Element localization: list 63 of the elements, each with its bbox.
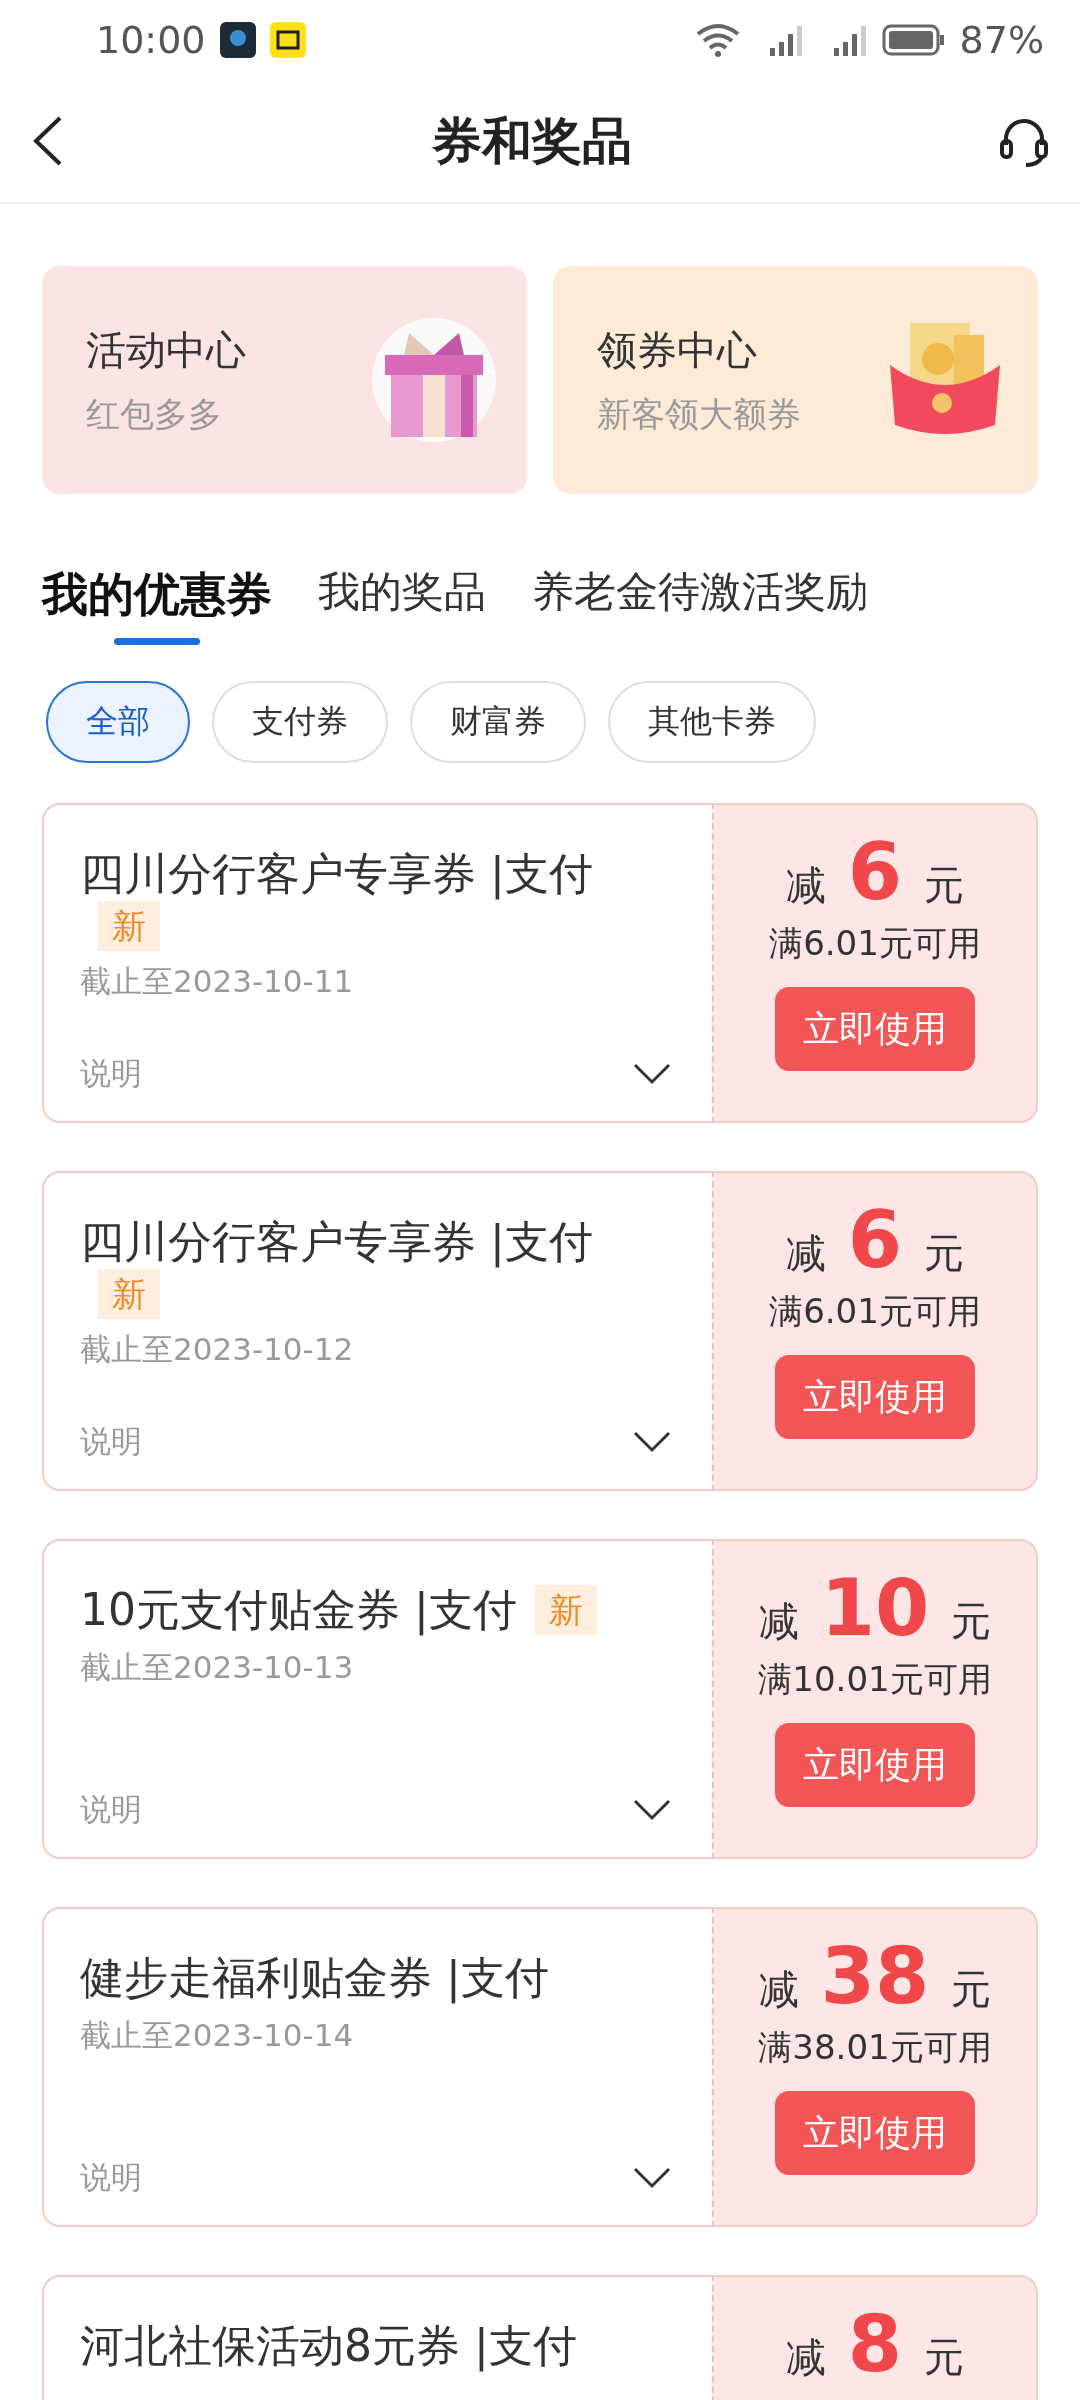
filter-chip[interactable]: 支付券 [212, 681, 388, 763]
coupon-title: 四川分行客户专享券 |支付 [80, 847, 593, 901]
chevron-down-icon[interactable] [632, 1798, 672, 1822]
tab[interactable]: 我的奖品 [318, 564, 486, 620]
tab[interactable]: 我的优惠券 [42, 564, 272, 645]
entry-card[interactable]: 领券中心 新客领大额券 [553, 266, 1038, 494]
amount-prefix: 减 [785, 2333, 826, 2382]
usage-condition: 满10.01元可用 [758, 1658, 992, 1701]
chevron-down-icon[interactable] [632, 1062, 672, 1086]
status-time: 10:00 [96, 18, 206, 62]
note-link[interactable]: 说明 [80, 1789, 142, 1831]
card-title: 活动中心 [86, 325, 246, 375]
discount-amount: 38 [820, 1931, 930, 2021]
amount-unit: 元 [924, 2333, 965, 2382]
new-badge: 新 [534, 1585, 597, 1635]
filter-chip[interactable]: 其他卡券 [608, 681, 816, 763]
expiry-date: 截止至2023-10-12 [80, 1330, 355, 1369]
amount-prefix: 减 [758, 1965, 799, 2014]
amount-unit: 元 [951, 1965, 992, 2014]
discount-amount: 10 [820, 1563, 930, 1653]
use-now-button[interactable]: 立即使用 [775, 1355, 975, 1439]
discount-amount: 6 [847, 827, 903, 917]
card-subtitle: 红包多多 [86, 392, 223, 436]
tab[interactable]: 养老金待激活奖励 [532, 564, 868, 620]
amount-unit: 元 [951, 1597, 992, 1646]
usage-condition: 满38.01元可用 [758, 2026, 992, 2069]
usage-condition: 满6.01元可用 [769, 922, 981, 965]
amount-prefix: 减 [785, 1229, 826, 1278]
discount-amount: 8 [847, 2299, 903, 2389]
new-badge: 新 [98, 901, 160, 951]
amount-unit: 元 [924, 1229, 965, 1278]
chevron-down-icon[interactable] [632, 2166, 672, 2190]
wifi-icon [695, 22, 740, 58]
card-subtitle: 新客领大额券 [597, 392, 801, 436]
page-title: 券和奖品 [432, 110, 632, 172]
note-link[interactable]: 说明 [80, 1053, 142, 1095]
expiry-date: 截止至2023-10-14 [80, 2016, 355, 2055]
battery-icon [881, 23, 946, 57]
app-icon [269, 22, 306, 58]
amount-prefix: 减 [758, 1597, 799, 1646]
expiry-date: 截止至2023-10-11 [80, 962, 355, 1001]
coupon-title: 四川分行客户专享券 |支付 [80, 1215, 593, 1269]
usage-condition: 满6.01元可用 [769, 1290, 981, 1333]
coupon-title: 河北社保活动8元券 |支付 [80, 2319, 577, 2373]
use-now-button[interactable]: 立即使用 [775, 2091, 975, 2175]
new-badge: 新 [98, 1269, 160, 1319]
expiry-date: 截止至2023-10-13 [80, 1648, 355, 1687]
battery-percent: 87% [959, 18, 1044, 62]
coupon-title: 10元支付贴金券 |支付 [80, 1583, 517, 1637]
card-title: 领券中心 [597, 325, 758, 375]
amount-prefix: 减 [785, 861, 826, 910]
filter-chip[interactable]: 财富券 [410, 681, 586, 763]
entry-card[interactable]: 活动中心 红包多多 [42, 266, 527, 494]
use-now-button[interactable]: 立即使用 [775, 987, 975, 1071]
chevron-down-icon[interactable] [632, 1430, 672, 1454]
app-icon [219, 22, 256, 58]
filter-chip[interactable]: 全部 [46, 681, 190, 763]
discount-amount: 6 [847, 1195, 903, 1285]
coupon-title: 健步走福利贴金券 |支付 [80, 1951, 549, 2005]
note-link[interactable]: 说明 [80, 2157, 142, 2199]
use-now-button[interactable]: 立即使用 [775, 1723, 975, 1807]
amount-unit: 元 [924, 861, 965, 910]
note-link[interactable]: 说明 [80, 1421, 142, 1463]
